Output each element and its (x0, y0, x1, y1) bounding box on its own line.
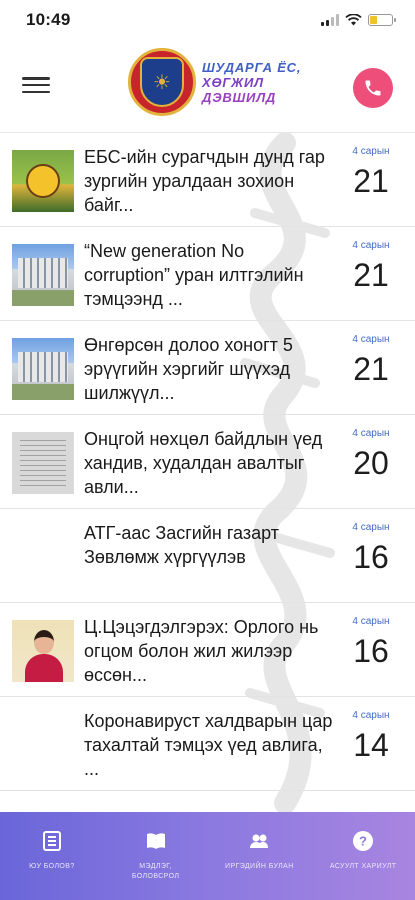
news-thumbnail (12, 620, 74, 682)
app-header: ☀ ШУДАРГА ЁС, ХӨГЖИЛ ДЭВШИЛД (0, 40, 415, 132)
news-month: 4 сарын (352, 240, 390, 251)
phone-icon (365, 80, 381, 96)
news-thumbnail (12, 150, 74, 212)
news-date: 4 сарын 16 (341, 615, 401, 673)
news-day: 16 (353, 633, 389, 669)
news-list-icon (42, 831, 61, 851)
news-title: Ц.Цэцэгдэлгэрэх: Орлого нь огцом болон ж… (84, 617, 319, 685)
news-date: 4 сарын 21 (341, 145, 401, 203)
news-item[interactable]: Коронавируст халдварын цар тахалтай тэмц… (0, 697, 415, 791)
news-date: 4 сарын 16 (341, 521, 401, 579)
news-item[interactable]: ЕБС-ийн сурагчдын дунд гар зургийн уралд… (0, 133, 415, 227)
nav-label: ЮУ БОЛОВ? (29, 863, 75, 870)
call-button[interactable] (353, 68, 393, 108)
news-date: 4 сарын 14 (341, 709, 401, 767)
svg-text:?: ? (359, 834, 367, 849)
nav-item-education[interactable]: МЭДЛЭГ, БОЛОВСРОЛ (104, 812, 208, 900)
news-day: 14 (353, 727, 389, 763)
news-date: 4 сарын 21 (341, 333, 401, 391)
news-thumbnail (12, 244, 74, 306)
news-thumbnail (12, 338, 74, 400)
logo-text: ШУДАРГА ЁС, ХӨГЖИЛ ДЭВШИЛД (202, 60, 301, 105)
status-time: 10:49 (26, 10, 71, 29)
logo-line: ДЭВШИЛД (202, 89, 277, 105)
news-title: ЕБС-ийн сурагчдын дунд гар зургийн уралд… (84, 147, 325, 215)
news-month: 4 сарын (352, 710, 390, 721)
news-date: 4 сарын 20 (341, 427, 401, 485)
news-title: “New generation No corruption” уран илтг… (84, 241, 304, 309)
status-bar: 10:49 (0, 0, 415, 40)
nav-label: МЭДЛЭГ, БОЛОВСРОЛ (131, 863, 180, 880)
news-title: Өнгөрсөн долоо хоногт 5 эрүүгийн хэргийг… (84, 335, 293, 403)
news-item[interactable]: Онцгой нөхцөл байдлын үед хандив, худалд… (0, 415, 415, 509)
logo-line: ШУДАРГА ЁС, (202, 59, 302, 75)
bottom-nav: ЮУ БОЛОВ? МЭДЛЭГ, БОЛОВСРОЛ ИРГЭДИЙН БУЛ… (0, 812, 415, 900)
people-icon (250, 834, 269, 848)
news-title: АТГ-аас Засгийн газарт Зөвлөмж хүргүүлэв (84, 523, 279, 567)
nav-label: АСУУЛТ ХАРИУЛТ (329, 863, 397, 870)
news-title: Онцгой нөхцөл байдлын үед хандив, худалд… (84, 429, 323, 497)
news-item[interactable]: АТГ-аас Засгийн газарт Зөвлөмж хүргүүлэв… (0, 509, 415, 603)
news-list: ЕБС-ийн сурагчдын дунд гар зургийн уралд… (0, 132, 415, 812)
news-day: 16 (353, 539, 389, 575)
battery-icon (368, 14, 396, 26)
news-day: 21 (353, 163, 389, 199)
app-logo: ☀ ШУДАРГА ЁС, ХӨГЖИЛ ДЭВШИЛД (128, 48, 301, 116)
logo-line: ХӨГЖИЛ (202, 74, 264, 90)
cellular-signal-icon (321, 14, 339, 26)
news-title: Коронавируст халдварын цар тахалтай тэмц… (84, 711, 333, 779)
nav-item-news[interactable]: ЮУ БОЛОВ? (0, 812, 104, 900)
news-date: 4 сарын 21 (341, 239, 401, 297)
news-day: 21 (353, 257, 389, 293)
news-thumbnail (12, 432, 74, 494)
question-icon: ? (353, 831, 374, 851)
news-item[interactable]: Өнгөрсөн долоо хоногт 5 эрүүгийн хэргийг… (0, 321, 415, 415)
nav-item-citizens[interactable]: ИРГЭДИЙН БУЛАН (208, 812, 312, 900)
status-icons (321, 14, 396, 26)
news-month: 4 сарын (352, 616, 390, 627)
hamburger-menu-icon[interactable] (22, 74, 50, 96)
news-month: 4 сарын (352, 334, 390, 345)
news-day: 21 (353, 351, 389, 387)
wifi-icon (345, 14, 362, 26)
news-item[interactable]: “New generation No corruption” уран илтг… (0, 227, 415, 321)
news-month: 4 сарын (352, 428, 390, 439)
news-item[interactable]: Ц.Цэцэгдэлгэрэх: Орлого нь огцом болон ж… (0, 603, 415, 697)
news-day: 20 (353, 445, 389, 481)
emblem-icon: ☀ (128, 48, 196, 116)
book-icon (146, 833, 165, 849)
news-month: 4 сарын (352, 146, 390, 157)
nav-label: ИРГЭДИЙН БУЛАН (225, 863, 294, 870)
news-month: 4 сарын (352, 522, 390, 533)
nav-item-faq[interactable]: ? АСУУЛТ ХАРИУЛТ (311, 812, 415, 900)
